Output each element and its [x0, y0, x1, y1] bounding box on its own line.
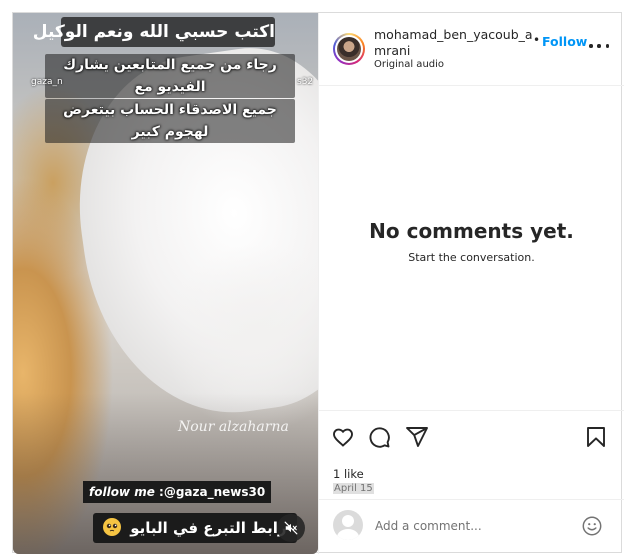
follow-button[interactable]: Follow [542, 34, 587, 49]
avatar-head [342, 515, 354, 527]
likes-count[interactable]: 1 like [333, 467, 364, 481]
current-user-avatar [333, 510, 363, 540]
video-overlay-title: اكتب حسبي الله ونعم الوكيل [33, 17, 275, 47]
follow-me-handle: :@gaza_news30 [154, 485, 266, 499]
video-overlay-tag-right: s32 [297, 77, 314, 87]
heart-icon[interactable] [331, 425, 355, 449]
video-overlay-message: رجاء من جميع المتابعين يشارك الفيديو مع … [37, 53, 303, 144]
bookmark-icon[interactable] [584, 425, 608, 449]
no-comments-title: No comments yet. [369, 219, 574, 243]
speaker-muted-icon [284, 521, 298, 535]
avatar-body [337, 529, 359, 540]
post-side-panel: mohamad_ben_yacoub_amrani • Follow Origi… [318, 13, 624, 554]
video-overlay-tag-left: gaza_n [31, 77, 63, 87]
post-actions: 1 like April 15 [319, 410, 624, 498]
video-overlay-line-2: جميع الاصدقاء الحساب بيتعرض لهجوم كبير [45, 99, 295, 143]
more-dot [589, 44, 593, 48]
video-overlay-line-1: رجاء من جميع المتابعين يشارك الفيديو مع [45, 54, 295, 98]
video-donate-caption: رابط التبرع في البايو [93, 513, 297, 543]
emoji-icon[interactable] [581, 515, 603, 537]
author-avatar[interactable] [333, 33, 365, 65]
video-watermark: Nour alzaharna [178, 419, 289, 435]
pleading-face-emoji-icon [103, 518, 121, 536]
add-comment-bar [319, 499, 624, 554]
post-header: mohamad_ben_yacoub_amrani • Follow Origi… [319, 13, 624, 86]
mute-toggle-button[interactable] [277, 514, 305, 542]
send-icon[interactable] [405, 425, 429, 449]
follow-me-prefix: follow me [89, 485, 155, 499]
comment-input[interactable] [375, 516, 565, 536]
more-dot [597, 44, 601, 48]
video-follow-me-caption: follow me :@gaza_news30 [83, 481, 272, 503]
author-avatar-image [337, 37, 361, 61]
comment-icon[interactable] [367, 425, 391, 449]
more-options-icon[interactable] [589, 39, 609, 53]
donate-text: رابط التبرع في البايو [130, 519, 287, 537]
header-separator: • [533, 33, 541, 47]
post-date[interactable]: April 15 [333, 483, 374, 494]
reel-video[interactable]: اكتب حسبي الله ونعم الوكيل رجاء من جميع … [13, 13, 318, 554]
no-comments-subtitle: Start the conversation. [408, 251, 535, 264]
comments-section: No comments yet. Start the conversation. [319, 87, 624, 411]
author-avatar-border [335, 35, 363, 63]
author-username[interactable]: mohamad_ben_yacoub_amrani [374, 27, 534, 59]
post-dialog: اكتب حسبي الله ونعم الوكيل رجاء من جميع … [12, 12, 624, 554]
more-dot [605, 44, 609, 48]
original-audio-link[interactable]: Original audio [374, 59, 444, 70]
